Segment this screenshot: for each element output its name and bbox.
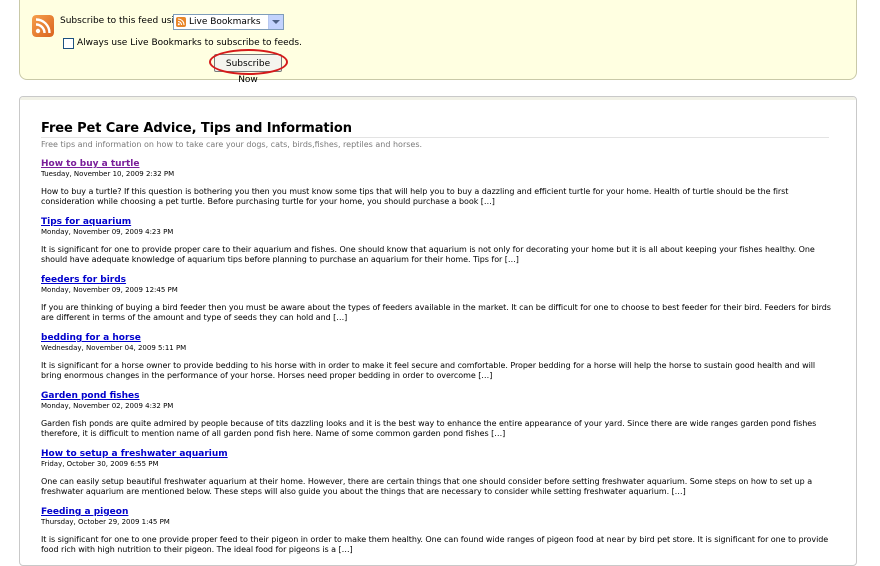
entry-date: Monday, November 09, 2009 4:23 PM [41,228,174,236]
entry-summary: How to buy a turtle? If this question is… [41,187,789,206]
feed-entry: Tips for aquarium Monday, November 09, 2… [41,217,831,275]
feed-entries: How to buy a turtle Tuesday, November 10… [41,159,831,565]
panel-top-stripe [20,97,856,100]
entry-summary: It is significant for one to one provide… [41,535,829,554]
live-bookmarks-icon [176,17,186,27]
entry-summary: One can easily setup beautiful freshwate… [41,477,813,496]
entry-title-link[interactable]: Garden pond fishes [41,391,831,402]
feed-subtitle: Free tips and information on how to take… [41,140,423,149]
feed-entry: Garden pond fishes Monday, November 02, … [41,391,831,449]
feed-entry: bedding for a horse Wednesday, November … [41,333,831,391]
subscribe-panel: Subscribe to this feed using Live Bookma… [19,0,857,85]
entry-title-link[interactable]: Feeding a pigeon [41,507,831,518]
entry-title-link[interactable]: How to setup a freshwater aquarium [41,449,831,460]
subscribe-now-button[interactable]: Subscribe Now [214,54,282,85]
feed-reader-select[interactable]: Live Bookmarks [173,14,284,30]
entry-date: Monday, November 02, 2009 4:32 PM [41,402,174,410]
always-use-label: Always use Live Bookmarks to subscribe t… [77,38,302,48]
entry-date: Tuesday, November 10, 2009 2:32 PM [41,170,175,178]
entry-summary: If you are thinking of buying a bird fee… [41,303,831,322]
feed-title: Free Pet Care Advice, Tips and Informati… [41,121,352,136]
entry-summary: It is significant for a horse owner to p… [41,361,816,380]
entry-title-link[interactable]: feeders for birds [41,275,831,286]
chevron-down-icon [272,20,280,24]
feed-reader-value: Live Bookmarks [189,17,261,27]
entry-date: Monday, November 09, 2009 12:45 PM [41,286,178,294]
entry-date: Wednesday, November 04, 2009 5:11 PM [41,344,187,352]
title-divider [41,137,829,138]
entry-summary: It is significant for one to provide pro… [41,245,815,264]
entry-title-link[interactable]: How to buy a turtle [41,159,831,170]
dropdown-arrow-button[interactable] [268,15,283,29]
feed-entry: How to setup a freshwater aquarium Frida… [41,449,831,507]
entry-summary: Garden fish ponds are quite admired by p… [41,419,817,438]
entry-title-link[interactable]: bedding for a horse [41,333,831,344]
entry-title-link[interactable]: Tips for aquarium [41,217,831,228]
subscribe-label: Subscribe to this feed using [60,16,186,26]
always-use-checkbox[interactable] [63,38,74,49]
entry-date: Thursday, October 29, 2009 1:45 PM [41,518,170,526]
feed-entry: Feeding a pigeon Thursday, October 29, 2… [41,507,831,565]
feed-panel: Free Pet Care Advice, Tips and Informati… [19,96,857,566]
feed-entry: feeders for birds Monday, November 09, 2… [41,275,831,333]
entry-date: Friday, October 30, 2009 6:55 PM [41,460,159,468]
feed-entry: How to buy a turtle Tuesday, November 10… [41,159,831,217]
rss-feed-icon [32,15,54,37]
